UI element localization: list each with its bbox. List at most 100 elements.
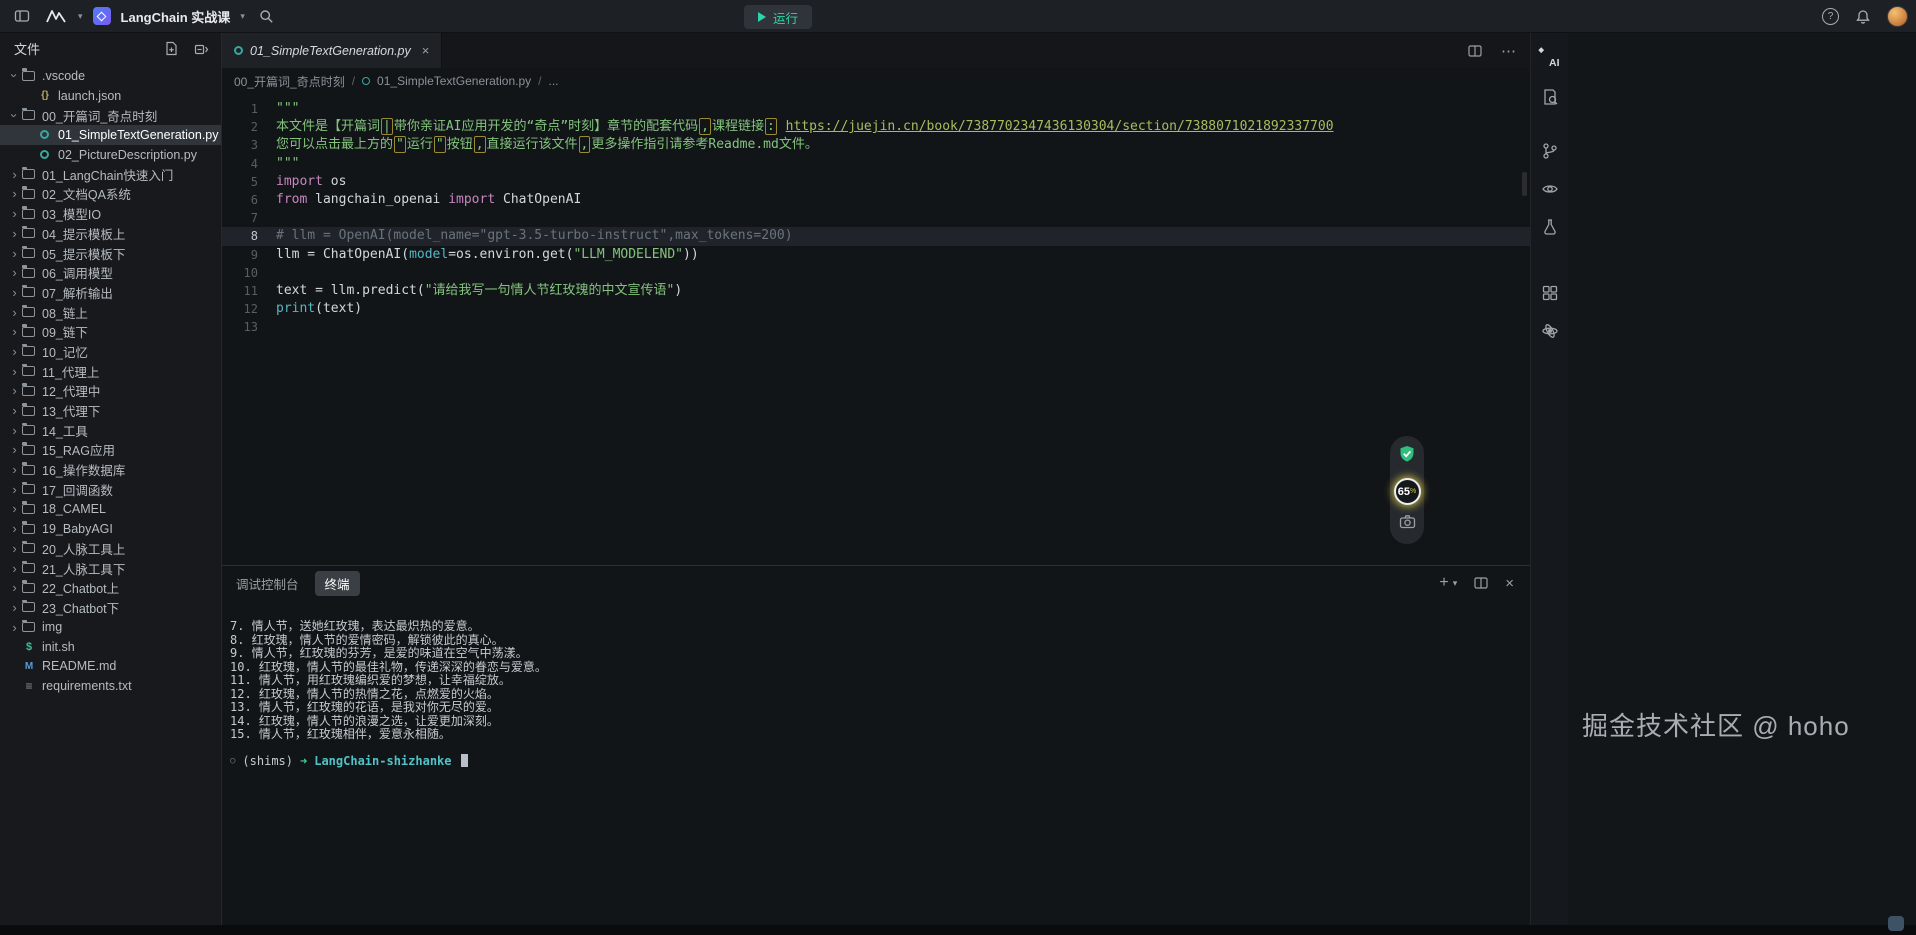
tree-folder-17[interactable]: ›13_代理下 [0, 401, 221, 421]
tree-folder-14[interactable]: ›10_记忆 [0, 342, 221, 362]
tree-chevron-icon[interactable]: › [8, 423, 21, 438]
score-badge[interactable]: 65 % [1394, 478, 1421, 505]
tree-folder-24[interactable]: ›20_人脉工具上 [0, 539, 221, 559]
search-icon[interactable] [255, 4, 279, 28]
tree-chevron-icon[interactable]: › [8, 344, 21, 359]
new-terminal-icon[interactable]: + [1439, 574, 1448, 592]
user-avatar[interactable] [1887, 6, 1908, 27]
more-actions-icon[interactable]: ⋯ [1501, 42, 1516, 60]
tree-chevron-icon[interactable]: › [8, 501, 21, 516]
beaker-icon[interactable] [1538, 215, 1562, 239]
tree-folder-12[interactable]: ›08_链上 [0, 302, 221, 322]
editor-scrollbar-thumb[interactable] [1522, 172, 1527, 196]
source-control-icon[interactable] [1538, 139, 1562, 163]
tree-folder-6[interactable]: ›02_文档QA系统 [0, 184, 221, 204]
tab-close-icon[interactable]: × [422, 43, 430, 58]
code-line-13[interactable]: 13 [222, 318, 1530, 336]
tree-folder-9[interactable]: ›05_提示模板下 [0, 243, 221, 263]
code-editor[interactable]: 1"""2本文件是【开篇词|带你亲证AI应用开发的“奇点”时刻】章节的配套代码,… [222, 94, 1530, 565]
tree-folder-16[interactable]: ›12_代理中 [0, 381, 221, 401]
breadcrumb-more[interactable]: ... [548, 74, 558, 88]
tree-chevron-icon[interactable]: › [8, 403, 21, 418]
tree-folder-23[interactable]: ›19_BabyAGI [0, 519, 221, 539]
tree-folder-27[interactable]: ›23_Chatbot下 [0, 598, 221, 618]
tree-folder-15[interactable]: ›11_代理上 [0, 361, 221, 381]
tree-chevron-icon[interactable]: › [8, 167, 21, 182]
marscode-logo-icon[interactable] [44, 4, 68, 28]
tree-chevron-icon[interactable]: › [8, 600, 21, 615]
lab-atom-icon[interactable] [1538, 319, 1562, 343]
file-search-icon[interactable] [1538, 85, 1562, 109]
tab-terminal[interactable]: 终端 [315, 571, 360, 596]
code-line-4[interactable]: 4""" [222, 155, 1530, 173]
tree-chevron-icon[interactable]: › [7, 69, 22, 82]
tree-chevron-icon[interactable]: › [8, 620, 21, 635]
tree-file-4[interactable]: 02_PictureDescription.py [0, 145, 221, 165]
tree-folder-26[interactable]: ›22_Chatbot上 [0, 578, 221, 598]
tree-folder-13[interactable]: ›09_链下 [0, 322, 221, 342]
tree-folder-19[interactable]: ›15_RAG应用 [0, 440, 221, 460]
tree-chevron-icon[interactable]: › [8, 246, 21, 261]
tree-chevron-icon[interactable]: › [8, 206, 21, 221]
tree-file-3[interactable]: 01_SimpleTextGeneration.py [0, 125, 221, 145]
tree-folder-7[interactable]: ›03_模型IO [0, 204, 221, 224]
tree-chevron-icon[interactable]: › [7, 109, 22, 122]
tree-folder-20[interactable]: ›16_操作数据库 [0, 460, 221, 480]
shield-check-icon[interactable] [1398, 445, 1416, 469]
tree-file-31[interactable]: ≡requirements.txt [0, 676, 221, 696]
tree-chevron-icon[interactable]: › [8, 541, 21, 556]
extensions-grid-icon[interactable] [1538, 281, 1562, 305]
code-line-7[interactable]: 7 [222, 209, 1530, 227]
floating-corner-icon[interactable] [1888, 916, 1904, 931]
code-line-8[interactable]: 8# llm = OpenAI(model_name="gpt-3.5-turb… [222, 227, 1530, 245]
tree-chevron-icon[interactable]: › [8, 462, 21, 477]
tree-folder-22[interactable]: ›18_CAMEL [0, 499, 221, 519]
tree-chevron-icon[interactable]: › [8, 285, 21, 300]
tree-chevron-icon[interactable]: › [8, 561, 21, 576]
tree-chevron-icon[interactable]: › [8, 186, 21, 201]
workspace-dropdown-icon[interactable]: ▾ [240, 11, 245, 22]
tree-folder-10[interactable]: ›06_调用模型 [0, 263, 221, 283]
split-editor-icon[interactable] [1463, 39, 1487, 63]
terminal-dropdown-icon[interactable]: ▾ [1453, 578, 1458, 589]
new-file-icon[interactable] [159, 37, 183, 61]
code-line-12[interactable]: 12print(text) [222, 300, 1530, 318]
run-button[interactable]: 运行 [744, 5, 812, 29]
logo-dropdown-icon[interactable]: ▾ [78, 11, 83, 22]
split-terminal-icon[interactable] [1469, 571, 1493, 595]
tree-folder-8[interactable]: ›04_提示模板上 [0, 224, 221, 244]
tree-file-1[interactable]: {}launch.json [0, 86, 221, 106]
tree-folder-18[interactable]: ›14_工具 [0, 420, 221, 440]
tree-chevron-icon[interactable]: › [8, 442, 21, 457]
notifications-bell-icon[interactable] [1851, 5, 1875, 29]
tree-file-29[interactable]: $init.sh [0, 637, 221, 657]
tree-chevron-icon[interactable]: › [8, 226, 21, 241]
panel-toggle-icon[interactable] [10, 4, 34, 28]
tree-chevron-icon[interactable]: › [8, 580, 21, 595]
code-line-3[interactable]: 3您可以点击最上方的"运行"按钮,直接运行该文件,更多操作指引请参考Readme… [222, 136, 1530, 154]
breadcrumb-folder[interactable]: 00_开篇词_奇点时刻 [234, 73, 345, 90]
tree-folder-25[interactable]: ›21_人脉工具下 [0, 558, 221, 578]
tree-chevron-icon[interactable]: › [8, 324, 21, 339]
tree-folder-21[interactable]: ›17_回调函数 [0, 479, 221, 499]
terminal[interactable]: 7. 情人节，送她红玫瑰，表达最炽热的爱意。8. 红玫瑰，情人节的爱情密码，解锁… [222, 600, 1530, 925]
tree-folder-11[interactable]: ›07_解析输出 [0, 283, 221, 303]
tree-chevron-icon[interactable]: › [8, 482, 21, 497]
camera-icon[interactable] [1399, 514, 1416, 534]
ai-assistant-icon[interactable]: ◆ AI [1537, 45, 1563, 71]
code-line-5[interactable]: 5import os [222, 173, 1530, 191]
close-panel-icon[interactable]: × [1505, 575, 1514, 592]
tree-chevron-icon[interactable]: › [8, 265, 21, 280]
tree-folder-28[interactable]: ›img [0, 617, 221, 637]
help-icon[interactable]: ? [1822, 8, 1839, 25]
tree-chevron-icon[interactable]: › [8, 521, 21, 536]
collapse-all-icon[interactable] [189, 37, 213, 61]
code-line-10[interactable]: 10 [222, 264, 1530, 282]
preview-eye-icon[interactable] [1538, 177, 1562, 201]
tree-chevron-icon[interactable]: › [8, 305, 21, 320]
workspace-title[interactable]: LangChain 实战课 [121, 7, 231, 26]
code-line-9[interactable]: 9llm = ChatOpenAI(model=os.environ.get("… [222, 246, 1530, 264]
tab-simple-text-generation[interactable]: 01_SimpleTextGeneration.py × [222, 33, 442, 68]
tree-folder-5[interactable]: ›01_LangChain快速入门 [0, 164, 221, 184]
tree-file-30[interactable]: MREADME.md [0, 657, 221, 677]
